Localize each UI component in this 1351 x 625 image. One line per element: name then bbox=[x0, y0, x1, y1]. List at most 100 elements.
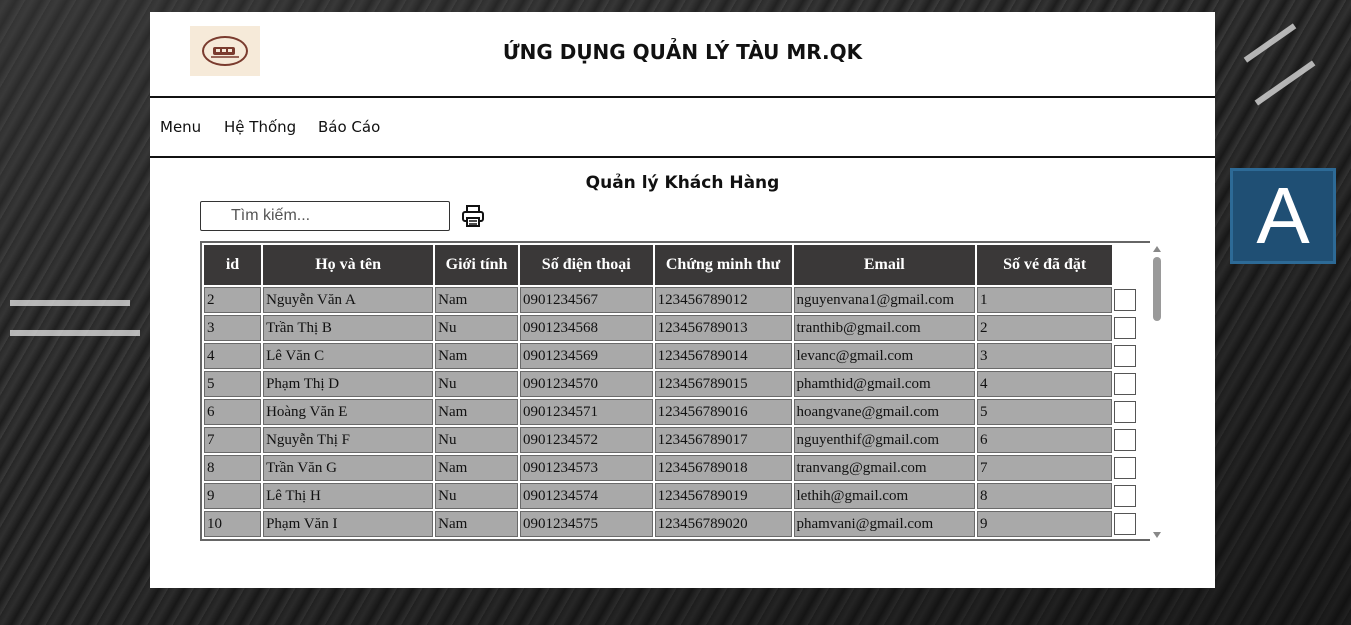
cell-name: Hoàng Văn E bbox=[263, 399, 434, 425]
table-row[interactable]: 11Hoàng Thị JNu0901234576123456789021hoa… bbox=[204, 539, 1148, 541]
table-header-row: id Họ và tên Giới tính Số điện thoại Chứ… bbox=[204, 245, 1148, 285]
nav-item-menu[interactable]: Menu bbox=[160, 118, 201, 136]
cell-tickets: 5 bbox=[977, 399, 1113, 425]
cell-gender: Nam bbox=[435, 343, 518, 369]
cell-tickets: 7 bbox=[977, 455, 1113, 481]
row-checkbox[interactable] bbox=[1114, 289, 1137, 311]
nav-item-report[interactable]: Báo Cáo bbox=[318, 118, 380, 136]
printer-icon bbox=[462, 205, 484, 227]
column-header-tickets[interactable]: Số vé đã đặt bbox=[977, 245, 1113, 285]
cell-id: 9 bbox=[204, 483, 262, 509]
row-checkbox[interactable] bbox=[1114, 429, 1137, 451]
cell-phone: 0901234567 bbox=[519, 287, 653, 313]
row-select-cell bbox=[1114, 287, 1148, 313]
row-checkbox[interactable] bbox=[1114, 317, 1137, 339]
cell-id-card: 123456789021 bbox=[655, 539, 792, 541]
cell-gender: Nu bbox=[435, 427, 518, 453]
cell-phone: 0901234575 bbox=[519, 511, 653, 537]
table-row[interactable]: 2 Nguyễn Văn A Nam 0901234567 123456789012 ng… bbox=[204, 287, 1148, 313]
background-light bbox=[10, 300, 130, 306]
search-input[interactable] bbox=[200, 201, 450, 231]
cell-email: tranthib@gmail.com bbox=[793, 315, 976, 341]
app-header: ỨNG DỤNG QUẢN LÝ TÀU MR.QK bbox=[150, 12, 1215, 98]
table-body: 2 Nguyễn Văn A Nam 0901234567 123456789012 ng… bbox=[204, 287, 1148, 541]
cell-email: tranvang@gmail.com bbox=[793, 455, 976, 481]
cell-email: lethih@gmail.com bbox=[793, 483, 976, 509]
print-button[interactable] bbox=[460, 203, 486, 229]
column-header-email[interactable]: Email bbox=[793, 245, 976, 285]
cell-phone: 0901234569 bbox=[519, 343, 653, 369]
column-header-gender[interactable]: Giới tính bbox=[435, 245, 518, 285]
customer-table-container: id Họ và tên Giới tính Số điện thoại Chứ… bbox=[200, 241, 1150, 541]
cell-id: 11 bbox=[204, 539, 261, 541]
cell-id-card: 123456789017 bbox=[654, 427, 792, 453]
row-select-cell bbox=[1114, 315, 1148, 341]
table-row[interactable]: 3 Trần Thị B Nu 0901234568 123456789013 trant… bbox=[204, 315, 1148, 341]
cell-email: levanc@gmail.com bbox=[793, 343, 976, 369]
cell-tickets: 10 bbox=[977, 539, 1112, 541]
cell-tickets: 1 bbox=[977, 287, 1113, 313]
page-title: Quản lý Khách Hàng bbox=[585, 173, 780, 193]
cell-email: hoangvane@gmail.com bbox=[793, 399, 976, 425]
row-checkbox[interactable] bbox=[1114, 401, 1137, 423]
table-row[interactable]: 10 Phạm Văn I Nam 0901234575 123456789020 pha… bbox=[204, 511, 1148, 537]
column-header-name[interactable]: Họ và tên bbox=[263, 245, 434, 285]
cell-phone: 0901234574 bbox=[519, 483, 653, 509]
scroll-up-arrow-icon[interactable] bbox=[1153, 246, 1161, 252]
nav-item-system[interactable]: Hệ Thống bbox=[224, 118, 296, 136]
table-row[interactable]: 9 Lê Thị H Nu 0901234574 123456789019 lethih@… bbox=[204, 483, 1148, 509]
cell-name: Phạm Văn I bbox=[263, 511, 434, 537]
cell-id-card: 123456789014 bbox=[654, 343, 792, 369]
cell-phone: 0901234573 bbox=[519, 455, 653, 481]
cell-name: Lê Thị H bbox=[263, 483, 434, 509]
cell-id: 6 bbox=[204, 399, 262, 425]
row-select-cell bbox=[1114, 371, 1148, 397]
column-header-id[interactable]: id bbox=[204, 245, 262, 285]
row-checkbox[interactable] bbox=[1114, 513, 1137, 535]
row-select-cell bbox=[1114, 427, 1148, 453]
app-window: ỨNG DỤNG QUẢN LÝ TÀU MR.QK Menu Hệ Thống… bbox=[150, 12, 1215, 588]
row-checkbox[interactable] bbox=[1114, 485, 1137, 507]
customer-table: id Họ và tên Giới tính Số điện thoại Chứ… bbox=[202, 243, 1150, 541]
cell-phone: 0901234570 bbox=[519, 371, 653, 397]
background-light bbox=[10, 330, 140, 336]
cell-tickets: 9 bbox=[977, 511, 1113, 537]
cell-gender: Nam bbox=[435, 511, 518, 537]
scroll-down-arrow-icon[interactable] bbox=[1153, 532, 1161, 538]
table-row[interactable]: 6 Hoàng Văn E Nam 0901234571 123456789016 hoa… bbox=[204, 399, 1148, 425]
nav-bar: Menu Hệ Thống Báo Cáo bbox=[150, 98, 1215, 158]
cell-tickets: 6 bbox=[977, 427, 1113, 453]
column-header-phone[interactable]: Số điện thoại bbox=[519, 245, 653, 285]
scroll-thumb[interactable] bbox=[1153, 257, 1161, 321]
cell-id-card: 123456789019 bbox=[654, 483, 792, 509]
cell-id-card: 123456789018 bbox=[654, 455, 792, 481]
row-select-cell bbox=[1114, 483, 1148, 509]
cell-email: phamvani@gmail.com bbox=[793, 511, 976, 537]
row-checkbox[interactable] bbox=[1114, 373, 1137, 395]
cell-id: 8 bbox=[204, 455, 262, 481]
cell-phone: 0901234571 bbox=[519, 399, 653, 425]
table-row[interactable]: 7 Nguyễn Thị F Nu 0901234572 123456789017 ngu… bbox=[204, 427, 1148, 453]
cell-email: hoangthij@gmail.com bbox=[794, 539, 976, 541]
cell-id-card: 123456789013 bbox=[654, 315, 792, 341]
table-row[interactable]: 5 Phạm Thị D Nu 0901234570 123456789015 phamt… bbox=[204, 371, 1148, 397]
cell-id: 10 bbox=[204, 511, 262, 537]
cell-id: 4 bbox=[204, 343, 262, 369]
cell-email: phamthid@gmail.com bbox=[793, 371, 976, 397]
cell-gender: Nu bbox=[435, 315, 518, 341]
cell-name: Trần Văn G bbox=[263, 455, 434, 481]
row-select-cell bbox=[1114, 343, 1148, 369]
table-scrollbar[interactable] bbox=[1150, 241, 1164, 541]
column-header-id-card[interactable]: Chứng minh thư bbox=[654, 245, 792, 285]
cell-name: Phạm Thị D bbox=[263, 371, 434, 397]
table-row[interactable]: 8 Trần Văn G Nam 0901234573 123456789018 tran… bbox=[204, 455, 1148, 481]
cell-tickets: 8 bbox=[977, 483, 1113, 509]
cell-id-card: 123456789016 bbox=[654, 399, 792, 425]
platform-sign: A bbox=[1230, 168, 1336, 264]
row-checkbox[interactable] bbox=[1114, 457, 1137, 479]
cell-name: Lê Văn C bbox=[263, 343, 434, 369]
background-light bbox=[1254, 60, 1316, 106]
table-row[interactable]: 4 Lê Văn C Nam 0901234569 123456789014 levanc… bbox=[204, 343, 1148, 369]
cell-gender: Nu bbox=[435, 371, 518, 397]
row-checkbox[interactable] bbox=[1114, 345, 1137, 367]
